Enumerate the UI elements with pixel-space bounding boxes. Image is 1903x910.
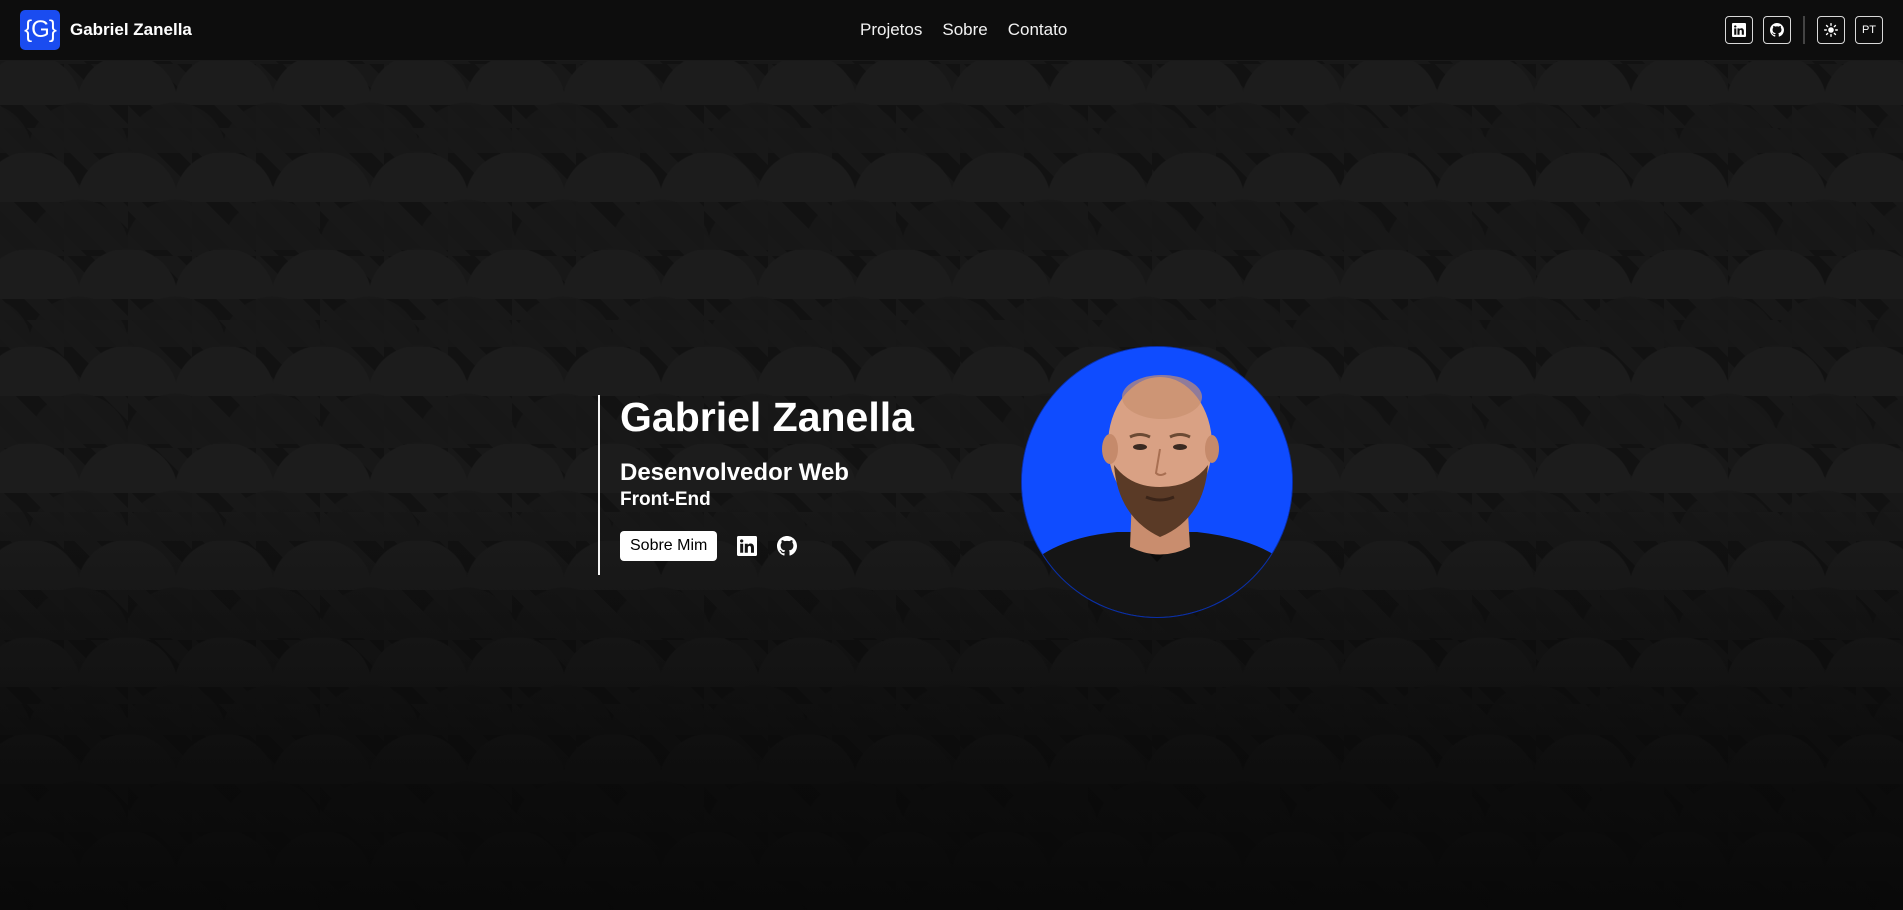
hero-github-link[interactable] [777, 536, 798, 556]
hero-role: Desenvolvedor Web [620, 459, 849, 486]
nav-link-projetos[interactable]: Projetos [860, 20, 922, 40]
hero-linkedin-link[interactable] [737, 536, 758, 556]
page: {G} Gabriel Zanella Projetos Sobre Conta… [0, 0, 1903, 910]
brand-name: Gabriel Zanella [70, 20, 192, 39]
top-navbar: {G} Gabriel Zanella Projetos Sobre Conta… [0, 0, 1903, 61]
header-divider [1803, 16, 1805, 44]
main-nav: Projetos Sobre Contato [860, 20, 1067, 40]
profile-photo [1022, 347, 1292, 617]
github-icon [777, 536, 798, 556]
linkedin-icon [1732, 23, 1746, 37]
sun-icon [1824, 23, 1838, 37]
header-github-button[interactable] [1763, 16, 1791, 44]
github-icon [1770, 23, 1784, 37]
language-toggle-button[interactable]: PT [1855, 16, 1883, 44]
brand-logo: {G} [20, 10, 60, 50]
hero-actions: Sobre Mim [620, 531, 914, 561]
linkedin-icon [737, 536, 758, 556]
nav-link-contato[interactable]: Contato [1008, 20, 1068, 40]
hero-subrole: Front-End [620, 489, 711, 510]
brand-home-link[interactable]: {G} Gabriel Zanella [20, 10, 192, 50]
header-actions: PT [1725, 16, 1883, 44]
header-linkedin-button[interactable] [1725, 16, 1753, 44]
theme-toggle-button[interactable] [1817, 16, 1845, 44]
hero-name: Gabriel Zanella [620, 394, 914, 440]
nav-link-sobre[interactable]: Sobre [942, 20, 987, 40]
background-vignette [0, 0, 1903, 910]
about-me-button[interactable]: Sobre Mim [620, 531, 718, 561]
profile-avatar [1022, 347, 1292, 617]
hero-intro: Gabriel Zanella Desenvolvedor Web Front-… [598, 395, 914, 575]
